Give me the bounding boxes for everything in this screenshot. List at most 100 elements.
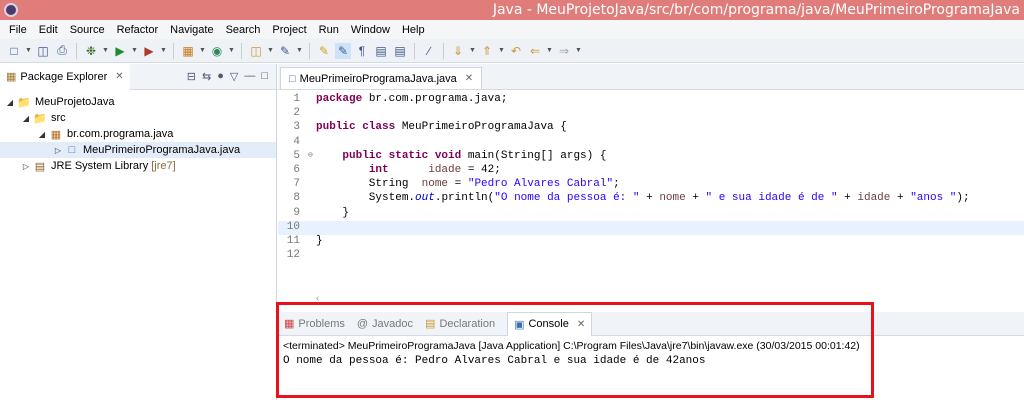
open-type-dropdown-icon[interactable]: ▼ — [267, 47, 274, 54]
search-icon[interactable]: ✎ — [277, 43, 293, 59]
package-explorer-icon: ▦ — [6, 71, 17, 83]
previous-annotation-dropdown-icon[interactable]: ▼ — [498, 47, 505, 54]
menu-project[interactable]: Project — [266, 24, 312, 36]
tree-item-jre-library[interactable]: ▷ ▤ JRE System Library [jre7] — [0, 158, 276, 174]
tab-javadoc[interactable]: @ Javadoc — [357, 318, 413, 330]
code-line[interactable]: 9 } — [278, 207, 1024, 221]
link-with-editor-icon[interactable]: ⇆ — [202, 70, 211, 83]
toggle-breadcrumb-icon[interactable]: ✎ — [335, 42, 351, 59]
collapsed-arrow-icon[interactable]: ▷ — [52, 146, 64, 155]
external-tools-dropdown-icon[interactable]: ▼ — [160, 47, 167, 54]
menu-refactor[interactable]: Refactor — [111, 24, 165, 36]
tab-declaration[interactable]: ▤ Declaration — [425, 317, 496, 331]
code-line[interactable]: 12 — [278, 249, 1024, 263]
scroll-left-icon[interactable]: ‹ — [316, 293, 319, 304]
forward-icon[interactable]: ⇒ — [556, 43, 572, 59]
menu-search[interactable]: Search — [220, 24, 267, 36]
search-dropdown-icon[interactable]: ▼ — [296, 47, 303, 54]
expanded-arrow-icon[interactable]: ◢ — [36, 130, 48, 139]
console-output[interactable]: O nome da pessoa é: Pedro Alvares Cabral… — [278, 352, 1024, 370]
code-line[interactable]: 7 String nome = "Pedro Alvares Cabral"; — [278, 178, 1024, 192]
fold-collapse-icon[interactable]: ⊖ — [308, 150, 316, 164]
close-icon[interactable]: ✕ — [577, 319, 585, 330]
new-class-dropdown-icon[interactable]: ▼ — [228, 47, 235, 54]
tab-label: Problems — [298, 317, 345, 330]
code-line[interactable]: 4 — [278, 136, 1024, 150]
run-icon[interactable]: ▶ — [112, 43, 128, 59]
tree-item-package[interactable]: ◢ ▦ br.com.programa.java — [0, 126, 276, 142]
editor-tabbar: □ MeuPrimeiroProgramaJava.java ✕ — [278, 64, 1024, 90]
code-line[interactable]: 6 int idade = 42; — [278, 164, 1024, 178]
open-type-icon[interactable]: ◫ — [248, 43, 264, 59]
block-selection-icon[interactable]: ▤ — [373, 43, 389, 59]
debug-icon[interactable]: ❉ — [83, 43, 99, 59]
collapsed-arrow-icon[interactable]: ▷ — [20, 162, 32, 171]
tab-console[interactable]: ▣ Console ✕ — [507, 311, 593, 336]
code-line[interactable]: 1 package br.com.programa.java; — [278, 93, 1024, 107]
window-title: Java - MeuProjetoJava/src/br/com/program… — [492, 2, 1020, 18]
new-icon[interactable]: □ — [6, 43, 22, 59]
code-line[interactable]: 11} — [278, 235, 1024, 249]
menu-navigate[interactable]: Navigate — [164, 24, 219, 36]
menu-edit[interactable]: Edit — [33, 24, 64, 36]
code-line[interactable]: 5 ⊖ public static void main(String[] args… — [278, 150, 1024, 164]
word-wrap-icon[interactable]: ▤ — [392, 43, 408, 59]
previous-annotation-icon[interactable]: ⇑ — [479, 43, 495, 59]
menu-source[interactable]: Source — [64, 24, 111, 36]
line-number: 5 — [293, 149, 300, 162]
save-icon[interactable]: ◫ — [35, 43, 51, 59]
line-number: 2 — [293, 107, 300, 120]
toolbar-separator — [443, 42, 444, 59]
menu-help[interactable]: Help — [396, 24, 431, 36]
view-menu-icon[interactable]: ● — [217, 70, 224, 83]
new-java-project-icon[interactable]: ▦ — [180, 43, 196, 59]
back-icon[interactable]: ⇐ — [527, 43, 543, 59]
tree-item-java-file[interactable]: ▷ □ MeuPrimeiroProgramaJava.java — [0, 142, 276, 158]
menu-file[interactable]: File — [3, 24, 33, 36]
code-line-current[interactable]: 10 — [278, 220, 1024, 235]
collapse-all-icon[interactable]: ⊟ — [187, 70, 196, 83]
toolbar-separator — [414, 42, 415, 59]
line-number: 10 — [286, 220, 300, 233]
package-explorer-toolbar: ⊟ ⇆ ● ▽ — □ — [187, 70, 276, 83]
toggle-mark-occurrences-icon[interactable]: ✎ — [316, 43, 332, 59]
skip-breakpoints-icon[interactable]: ∕ — [421, 43, 437, 59]
back-dropdown-icon[interactable]: ▼ — [546, 47, 553, 54]
library-icon: ▤ — [34, 160, 46, 173]
console-icon: ▣ — [514, 318, 525, 331]
code-line[interactable]: 3 public class MeuPrimeiroProgramaJava { — [278, 121, 1024, 135]
view-menu-dropdown-icon[interactable]: ▽ — [230, 70, 238, 83]
code-area[interactable]: 1 package br.com.programa.java; 2 3 public… — [278, 90, 1024, 263]
maximize-icon[interactable]: □ — [261, 70, 268, 83]
menu-run[interactable]: Run — [313, 24, 345, 36]
tab-package-explorer[interactable]: ▦ Package Explorer ✕ — [0, 63, 130, 90]
tab-problems[interactable]: ▦ Problems — [284, 317, 345, 331]
forward-dropdown-icon[interactable]: ▼ — [575, 47, 582, 54]
new-java-project-dropdown-icon[interactable]: ▼ — [199, 47, 206, 54]
minimize-icon[interactable]: — — [244, 70, 255, 83]
code-line[interactable]: 8 System.out.println("O nome da pessoa é… — [278, 192, 1024, 206]
package-explorer-tab-label: Package Explorer — [20, 70, 108, 83]
menu-window[interactable]: Window — [345, 24, 396, 36]
tab-editor-file[interactable]: □ MeuPrimeiroProgramaJava.java ✕ — [280, 67, 483, 89]
tree-item-project[interactable]: ◢ 📁 MeuProjetoJava — [0, 94, 276, 110]
run-dropdown-icon[interactable]: ▼ — [131, 47, 138, 54]
bottom-tabbar: ▦ Problems @ Javadoc ▤ Declaration ▣ Console… — [278, 311, 1024, 336]
debug-dropdown-icon[interactable]: ▼ — [102, 47, 109, 54]
next-annotation-icon[interactable]: ⇓ — [450, 43, 466, 59]
tab-label: Declaration — [439, 317, 496, 330]
code-line[interactable]: 2 — [278, 107, 1024, 121]
close-icon[interactable]: ✕ — [465, 73, 473, 84]
new-dropdown-icon[interactable]: ▼ — [25, 47, 32, 54]
close-icon[interactable]: ✕ — [115, 71, 123, 82]
toolbar-separator — [241, 42, 242, 59]
last-edit-icon[interactable]: ↶ — [508, 43, 524, 59]
expanded-arrow-icon[interactable]: ◢ — [20, 114, 32, 123]
new-class-icon[interactable]: ◉ — [209, 43, 225, 59]
next-annotation-dropdown-icon[interactable]: ▼ — [469, 47, 476, 54]
tree-item-src[interactable]: ◢ 📁 src — [0, 110, 276, 126]
print-icon[interactable]: ⎙ — [54, 43, 70, 59]
external-tools-icon[interactable]: ▶ — [141, 43, 157, 59]
show-whitespace-icon[interactable]: ¶ — [354, 43, 370, 59]
expanded-arrow-icon[interactable]: ◢ — [4, 98, 16, 107]
